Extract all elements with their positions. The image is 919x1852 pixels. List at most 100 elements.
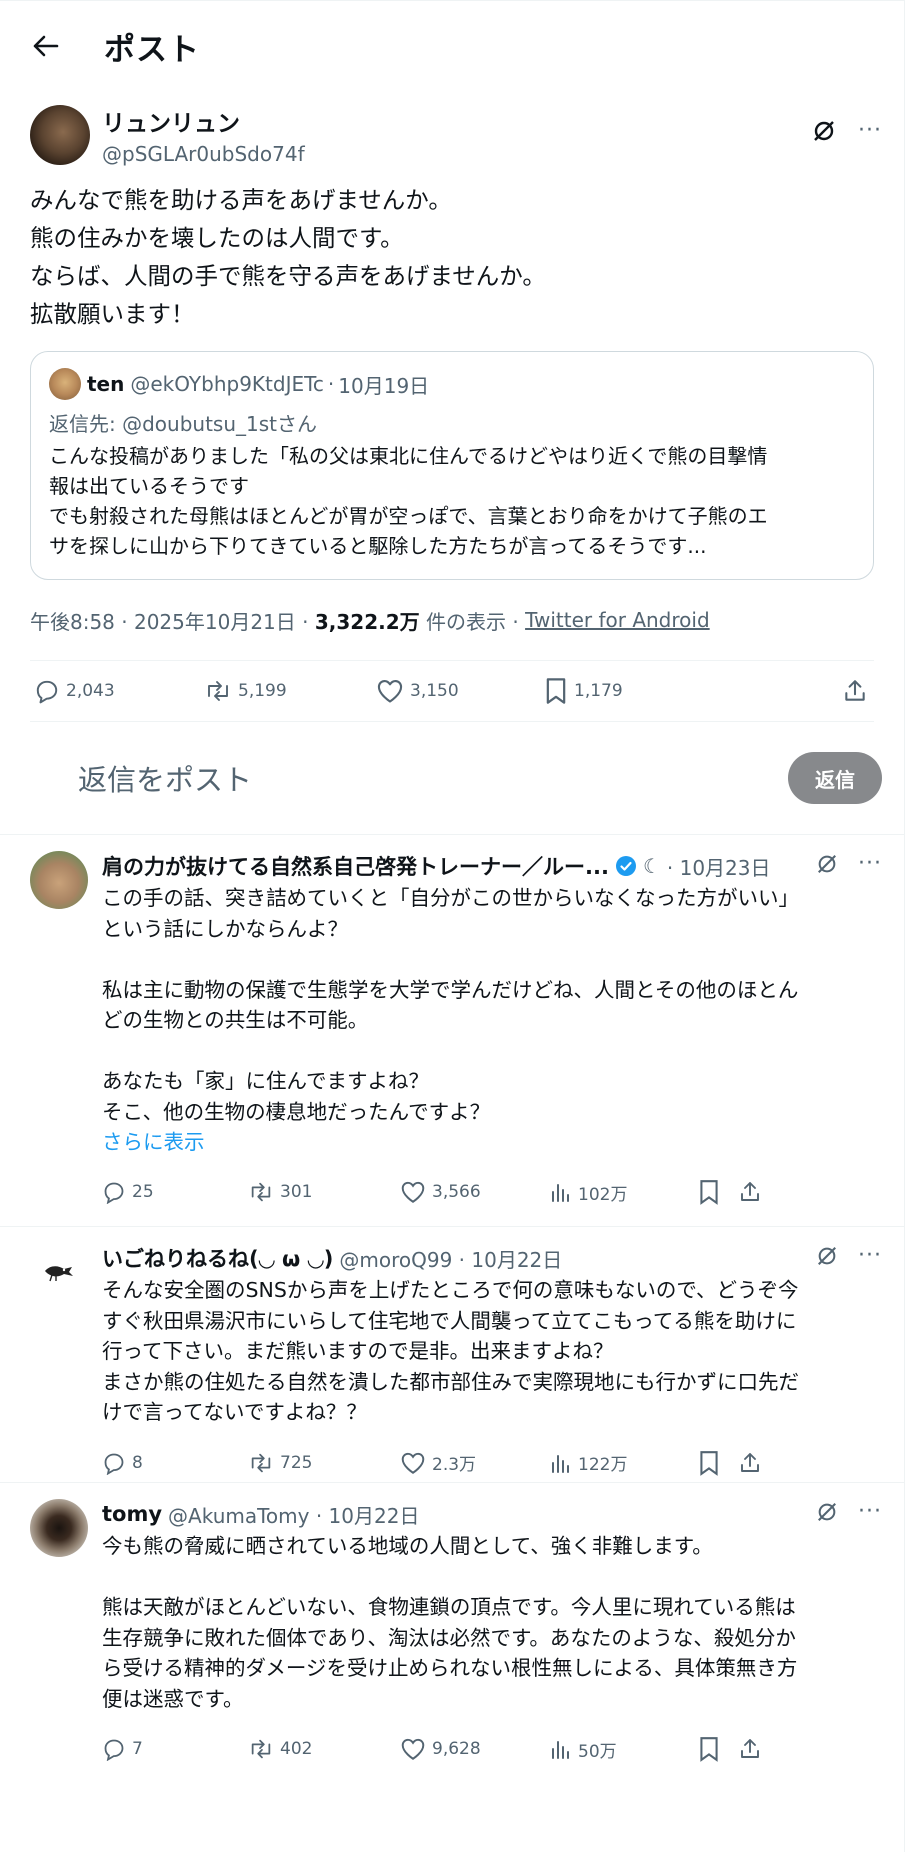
quote-avatar: [49, 368, 81, 400]
author-handle[interactable]: @pSGLAr0ubSdo74f: [102, 142, 305, 166]
more-options-icon[interactable]: ···: [858, 853, 882, 875]
bookmark-icon: [698, 1179, 720, 1205]
reply-item[interactable]: いごねりねるね(◡ ω ◡) @moroQ99 · 10月22日 そんな安全圏の…: [0, 1226, 904, 1482]
reply-input[interactable]: 返信をポスト: [78, 757, 252, 799]
bookmark-count: 1,179: [574, 681, 623, 701]
reply-item[interactable]: 肩の力が抜けてる自然系自己啓発トレーナー／ルー... ☾ · 10月23日 この…: [0, 834, 904, 1226]
repost-button[interactable]: 402: [248, 1737, 312, 1761]
reply-text: この手の話、突き詰めていくと「自分がこの世からいなくなった方がいい」 という話に…: [102, 886, 799, 1124]
back-arrow-icon[interactable]: [28, 28, 64, 64]
like-count: 3,566: [432, 1182, 481, 1202]
more-options-icon[interactable]: ···: [858, 120, 882, 142]
grok-icon[interactable]: [812, 119, 836, 143]
share-icon: [738, 1451, 762, 1475]
repost-button[interactable]: 5,199: [204, 678, 287, 704]
bookmark-button[interactable]: [698, 1179, 720, 1205]
analytics-icon: [550, 1737, 572, 1761]
post-timestamp[interactable]: 午後8:58 · 2025年10月21日 ·: [30, 606, 315, 635]
reply-count: 2,043: [66, 681, 115, 701]
like-button[interactable]: 3,150: [376, 678, 459, 704]
share-button[interactable]: [842, 678, 868, 704]
repost-icon: [204, 678, 232, 704]
reply-author-name[interactable]: tomy: [102, 1502, 162, 1526]
view-count: 3,322.2万: [314, 609, 420, 634]
bookmark-button[interactable]: 1,179: [544, 677, 623, 705]
repost-button[interactable]: 301: [248, 1180, 312, 1204]
reply-button[interactable]: 7: [102, 1737, 143, 1761]
repost-count: 402: [280, 1739, 313, 1759]
post-meta: 午後8:58 · 2025年10月21日 · 3,322.2万 件の表示 · T…: [30, 600, 874, 640]
quote-line: 報は出ているそうです: [49, 474, 249, 498]
heart-icon: [400, 1451, 426, 1475]
reply-text: そんな安全圏のSNSから声を上げたところで何の意味もないので、どうぞ今 すぐ秋田…: [102, 1278, 799, 1424]
analytics-icon: [550, 1180, 572, 1204]
grok-icon[interactable]: [816, 1501, 838, 1523]
repost-count: 725: [280, 1452, 313, 1473]
like-count: 2.3万: [432, 1455, 477, 1475]
bookmark-button[interactable]: [698, 1450, 720, 1476]
view-count: 102万: [578, 1184, 628, 1205]
reply-count: 8: [132, 1452, 143, 1473]
reply-avatar[interactable]: [30, 851, 88, 909]
share-button[interactable]: [738, 1737, 762, 1761]
repost-button[interactable]: 725: [248, 1451, 312, 1475]
reply-icon: [102, 1451, 126, 1475]
quote-reply-to: 返信先: @doubutsu_1stさん: [49, 412, 317, 436]
heart-icon: [400, 1737, 426, 1761]
quote-line: でも射殺された母熊はほとんどが胃が空っぽで、言葉とおり命をかけて子熊のエ: [49, 504, 768, 528]
page-title: ポスト: [104, 31, 200, 68]
views-button[interactable]: 102万: [550, 1180, 627, 1205]
like-button[interactable]: 3,566: [400, 1180, 481, 1204]
share-button[interactable]: [738, 1180, 762, 1204]
author-name[interactable]: リュンリュン: [102, 104, 305, 138]
views-button[interactable]: 50万: [550, 1737, 617, 1762]
like-button[interactable]: 9,628: [400, 1737, 481, 1761]
avatar[interactable]: [30, 105, 90, 165]
action-bar: 2,043 5,199 3,150 1,179: [30, 660, 874, 722]
reply-submit-button[interactable]: 返信: [788, 752, 882, 804]
reply-affiliate-icon: ☾: [642, 854, 661, 878]
reply-author-name[interactable]: いごねりねるね(◡ ω ◡): [102, 1243, 333, 1273]
bookmark-icon: [698, 1736, 720, 1762]
quote-author-handle: @ekOYbhp9KtdJETc: [130, 372, 324, 396]
reply-action-bar: 7 402 9,628 50万: [102, 1714, 882, 1784]
repost-icon: [248, 1451, 274, 1475]
more-options-icon[interactable]: ···: [858, 1501, 882, 1523]
repost-icon: [248, 1737, 274, 1761]
reply-count: 25: [132, 1182, 154, 1202]
reply-avatar[interactable]: [30, 1243, 88, 1301]
views-button[interactable]: 122万: [550, 1450, 627, 1475]
main-post: リュンリュン @pSGLAr0ubSdo74f ··· みんなで熊を助ける声をあ…: [0, 91, 904, 722]
share-icon: [738, 1737, 762, 1761]
bookmark-button[interactable]: [698, 1736, 720, 1762]
share-button[interactable]: [738, 1451, 762, 1475]
like-button[interactable]: 2.3万: [400, 1450, 476, 1475]
view-count: 122万: [578, 1455, 628, 1475]
reply-composer: 返信をポスト 返信: [0, 722, 904, 834]
reply-icon: [102, 1737, 126, 1761]
verified-badge-icon: [615, 855, 637, 877]
reply-button[interactable]: 8: [102, 1451, 143, 1475]
repost-icon: [248, 1180, 274, 1204]
share-icon: [842, 678, 868, 704]
quoted-post[interactable]: ten @ekOYbhp9KtdJETc · 10月19日 返信先: @doub…: [30, 351, 874, 580]
reply-button[interactable]: 2,043: [34, 678, 115, 704]
client-link[interactable]: Twitter for Android: [525, 608, 710, 632]
quote-author-name: ten: [87, 372, 125, 396]
post-line: 熊の住みかを壊したのは人間です。: [30, 224, 404, 252]
show-more-link[interactable]: さらに表示: [102, 1127, 882, 1157]
reply-author-name[interactable]: 肩の力が抜けてる自然系自己啓発トレーナー／ルー...: [102, 851, 609, 881]
analytics-icon: [550, 1451, 572, 1475]
reply-meta: @moroQ99 · 10月22日: [339, 1247, 563, 1272]
more-options-icon[interactable]: ···: [858, 1245, 882, 1267]
quote-text: こんな投稿がありました「私の父は東北に住んでるけどやはり近くで熊の目撃情 報は出…: [49, 441, 855, 561]
share-icon: [738, 1180, 762, 1204]
grok-icon[interactable]: [816, 1245, 838, 1267]
reply-button[interactable]: 25: [102, 1180, 154, 1204]
grok-icon[interactable]: [816, 853, 838, 875]
reply-avatar[interactable]: [30, 1499, 88, 1557]
reply-meta: · 10月23日: [666, 855, 771, 880]
top-bar: ポスト: [0, 1, 904, 91]
reply-item[interactable]: tomy @AkumaTomy · 10月22日 今も熊の脅威に晒されている地域…: [0, 1482, 904, 1772]
reply-action-bar: 25 301 3,566 102万: [102, 1157, 882, 1227]
